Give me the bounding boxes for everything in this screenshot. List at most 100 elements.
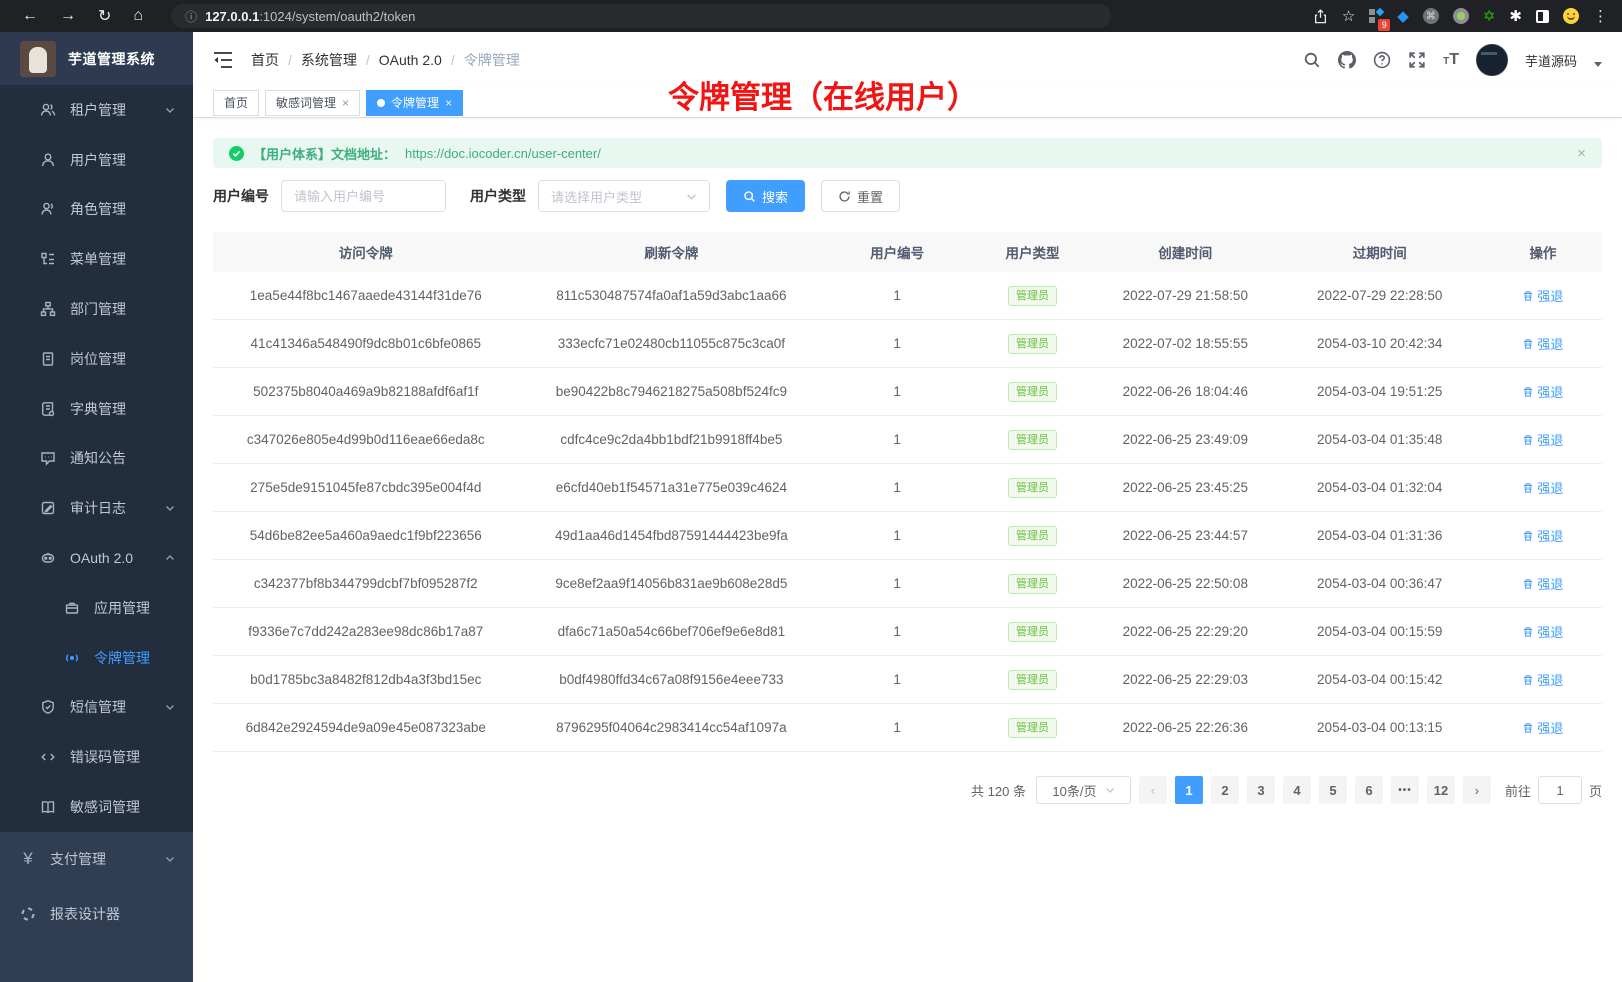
gem-extension-icon[interactable]: ◆ [1397,7,1409,25]
site-info-icon[interactable]: ⓘ [185,8,197,25]
chevron-down-icon [165,702,175,712]
force-logout-button[interactable]: 强退 [1522,334,1563,353]
green-star-extension-icon[interactable]: ✡ [1483,7,1496,25]
username[interactable]: 芋道源码 [1525,51,1577,70]
forward-icon[interactable]: → [60,7,76,25]
sidebar-item-oauth-token[interactable]: 令牌管理 [0,633,193,683]
delete-icon [1522,626,1534,638]
sidebar-item-pay[interactable]: ¥ 支付管理 [0,832,193,887]
delete-icon [1522,434,1534,446]
sidebar-item-error-code[interactable]: 错误码管理 [0,732,193,782]
sidebar-item-oauth-app[interactable]: 应用管理 [0,583,193,633]
close-icon[interactable]: × [342,96,349,110]
force-logout-button[interactable]: 强退 [1522,478,1563,497]
tab-home[interactable]: 首页 [213,90,259,116]
reset-button[interactable]: 重置 [821,180,900,212]
page-button-12[interactable]: 12 [1427,776,1455,804]
col-user-type: 用户类型 [970,242,1095,262]
tab-sensitive-word[interactable]: 敏感词管理× [265,90,360,116]
sidebar-item-notice[interactable]: 通知公告 [0,434,193,484]
user-caret-icon[interactable] [1594,62,1602,67]
sidebar-item-audit-log[interactable]: 审计日志 [0,483,193,533]
page-button-5[interactable]: 5 [1319,776,1347,804]
sidebar-item-sensitive-word[interactable]: 敏感词管理 [0,782,193,832]
prev-page-button[interactable]: ‹ [1139,776,1167,804]
recorder-extension-icon[interactable] [1453,8,1469,24]
sidebar-item-dept[interactable]: 部门管理 [0,284,193,334]
page-button-2[interactable]: 2 [1211,776,1239,804]
next-page-button[interactable]: › [1463,776,1491,804]
sidebar-item-label: 部门管理 [70,299,126,319]
force-logout-button[interactable]: 强退 [1522,670,1563,689]
close-icon[interactable]: × [445,96,452,110]
avatar[interactable] [1476,44,1508,76]
sidebar-fold-icon[interactable] [213,51,233,69]
force-logout-button[interactable]: 强退 [1522,526,1563,545]
home-icon[interactable]: ⌂ [133,7,143,25]
refresh-token-cell: 811c530487574fa0af1a59d3abc1aa66 [519,288,825,303]
share-icon[interactable] [1313,9,1328,24]
table-row: 41c41346a548490f9dc8b01c6bfe0865 333ecfc… [213,320,1602,368]
sidebar-item-menu[interactable]: 菜单管理 [0,234,193,284]
sidebar-item-role[interactable]: 角色管理 [0,185,193,235]
breadcrumb-home[interactable]: 首页 [251,50,279,70]
user-type-badge: 管理员 [1008,334,1057,354]
github-icon[interactable] [1338,51,1356,69]
sidebar-item-dict[interactable]: 字典管理 [0,384,193,434]
fullscreen-icon[interactable] [1408,51,1426,69]
force-logout-button[interactable]: 强退 [1522,430,1563,449]
force-logout-button[interactable]: 强退 [1522,382,1563,401]
page-size-select[interactable]: 10条/页 [1036,776,1131,804]
force-logout-button[interactable]: 强退 [1522,718,1563,737]
goto-page-input[interactable] [1538,776,1582,804]
side-panel-icon[interactable] [1536,10,1549,23]
profile-emoji-avatar[interactable] [1563,8,1579,24]
sidebar-item-user[interactable]: 用户管理 [0,135,193,185]
chevron-down-icon [165,105,175,115]
page-button-1[interactable]: 1 [1175,776,1203,804]
created-time-cell: 2022-06-25 22:26:36 [1095,720,1276,735]
app-logo-bar[interactable]: 芋道管理系统 [0,32,193,85]
breadcrumb: 首页 / 系统管理 / OAuth 2.0 / 令牌管理 [251,50,520,70]
address-bar[interactable]: ⓘ 127.0.0.1:1024/system/oauth2/token [171,4,1111,28]
command-extension-icon[interactable]: ⌘ [1423,8,1439,24]
force-logout-button[interactable]: 强退 [1522,286,1563,305]
back-icon[interactable]: ← [22,7,38,25]
white-star-extension-icon[interactable]: ✱ [1509,7,1522,25]
page-ellipsis-button[interactable]: ••• [1391,776,1419,804]
role-users-icon [40,201,56,217]
url-text: 127.0.0.1:1024/system/oauth2/token [205,9,415,24]
sidebar-item-tenant[interactable]: 租户管理 [0,85,193,135]
notice-close-icon[interactable]: × [1577,145,1586,162]
search-button[interactable]: 搜索 [726,180,805,212]
page-button-3[interactable]: 3 [1247,776,1275,804]
menu-tree-icon [40,251,56,267]
table-row: 54d6be82ee5a460a9aedc1f9bf223656 49d1aa4… [213,512,1602,560]
breadcrumb-oauth[interactable]: OAuth 2.0 [379,52,442,68]
col-action: 操作 [1484,242,1602,262]
sidebar-item-sms[interactable]: 短信管理 [0,683,193,733]
page-button-4[interactable]: 4 [1283,776,1311,804]
delete-icon [1522,530,1534,542]
extension-grid-icon[interactable]: 9 [1369,9,1383,23]
page-button-6[interactable]: 6 [1355,776,1383,804]
bookmark-star-icon[interactable]: ☆ [1342,7,1355,25]
help-icon[interactable] [1373,51,1391,69]
breadcrumb-system[interactable]: 系统管理 [301,50,357,70]
reload-icon[interactable]: ↻ [98,6,111,26]
notice-link[interactable]: https://doc.iocoder.cn/user-center/ [405,146,601,161]
tab-token[interactable]: 令牌管理× [366,90,463,116]
browser-menu-icon[interactable]: ⋮ [1593,7,1608,25]
sidebar-item-report-designer[interactable]: 报表设计器 [0,887,193,942]
font-size-icon[interactable]: TT [1443,51,1459,69]
user-id-input[interactable] [281,180,446,212]
sidebar-item-label: 应用管理 [94,598,150,618]
force-logout-button[interactable]: 强退 [1522,574,1563,593]
access-token-cell: 275e5de9151045fe87cbdc395e004f4d [213,480,519,495]
search-icon[interactable] [1303,51,1321,69]
sidebar-item-oauth[interactable]: OAuth 2.0 [0,533,193,583]
user-id-cell: 1 [824,672,970,687]
force-logout-button[interactable]: 强退 [1522,622,1563,641]
sidebar-item-post[interactable]: 岗位管理 [0,334,193,384]
user-type-select[interactable]: 请选择用户类型 [538,180,710,212]
